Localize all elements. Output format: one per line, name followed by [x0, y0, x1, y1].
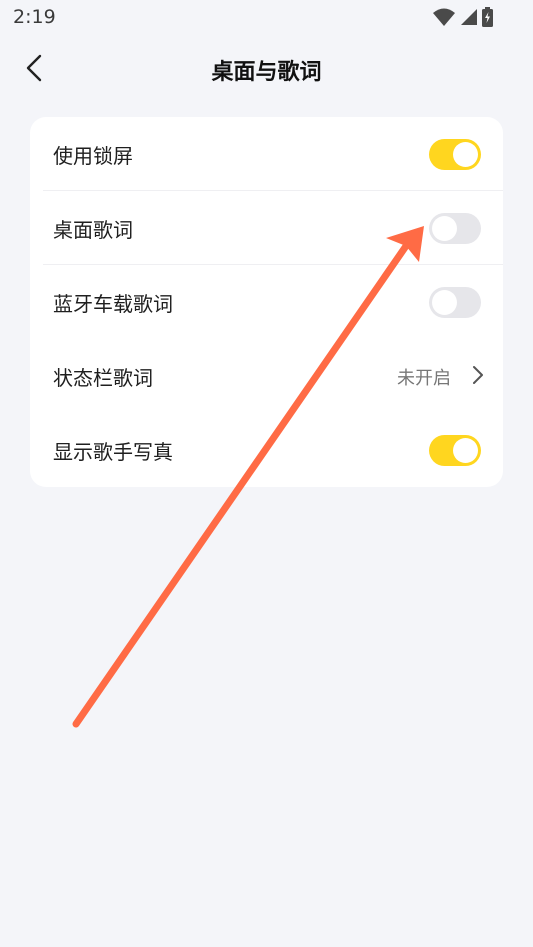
setting-label: 使用锁屏 [53, 144, 133, 168]
page-title: 桌面与歌词 [211, 60, 322, 85]
bluetooth-lyrics-toggle[interactable] [429, 287, 481, 318]
setting-label: 状态栏歌词 [53, 366, 153, 390]
status-bar: 2:19 [0, 0, 533, 36]
cellular-signal-icon [460, 8, 478, 26]
toggle-knob [432, 216, 457, 241]
settings-card: 使用锁屏 桌面歌词 蓝牙车载歌词 状态栏歌词 未开启 显示歌手写真 [30, 117, 503, 487]
lock-screen-toggle[interactable] [429, 139, 481, 170]
setting-row-statusbar-lyrics[interactable]: 状态栏歌词 未开启 [30, 339, 503, 413]
setting-row-lock-screen: 使用锁屏 [30, 117, 503, 191]
chevron-right-icon [471, 365, 485, 385]
toggle-knob [453, 142, 478, 167]
setting-label: 蓝牙车载歌词 [53, 292, 173, 316]
battery-charging-icon [482, 7, 493, 27]
toggle-knob [432, 290, 457, 315]
setting-row-bluetooth-lyrics: 蓝牙车载歌词 [30, 265, 503, 339]
singer-photo-toggle[interactable] [429, 435, 481, 466]
statusbar-lyrics-value: 未开启 [397, 368, 451, 389]
setting-row-singer-photo: 显示歌手写真 [30, 413, 503, 487]
wifi-icon [432, 7, 456, 27]
setting-label: 显示歌手写真 [53, 440, 173, 464]
header: 桌面与歌词 [0, 40, 533, 98]
status-icons [432, 7, 493, 27]
setting-row-desktop-lyrics: 桌面歌词 [30, 191, 503, 265]
desktop-lyrics-toggle[interactable] [429, 213, 481, 244]
status-time: 2:19 [13, 6, 56, 28]
settings-page: 2:19 桌面与歌词 使用锁屏 桌面歌词 蓝牙车载歌词 状态栏歌词 未开启 显示… [0, 0, 533, 947]
setting-label: 桌面歌词 [53, 218, 133, 242]
toggle-knob [453, 438, 478, 463]
